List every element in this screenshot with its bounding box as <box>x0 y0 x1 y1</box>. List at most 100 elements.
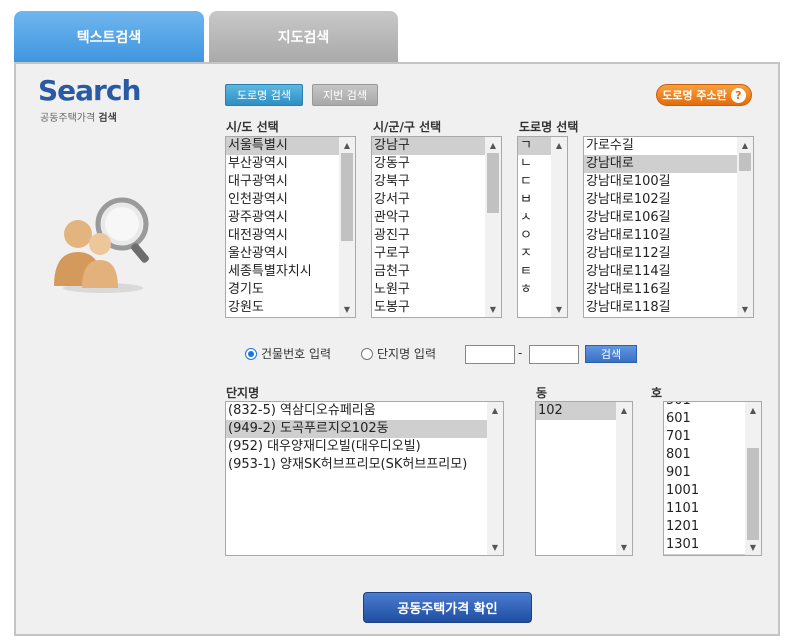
complex-option[interactable]: (832-5) 역삼디오슈페리움 <box>226 402 487 420</box>
sido-option[interactable]: 부산광역시 <box>226 155 339 173</box>
road-option[interactable]: 가로수길 <box>584 137 737 155</box>
ho-option[interactable]: 701 <box>664 428 745 446</box>
sigungu-listbox[interactable]: 강남구 강동구 강북구 강서구 관악구 광진구 구로구 금천구 노원구 도봉구 ▲ ▼ <box>371 136 502 318</box>
scroll-down-icon[interactable]: ▼ <box>745 539 761 555</box>
sido-option[interactable]: 강원도 <box>226 299 339 317</box>
sub-number-input[interactable] <box>529 345 579 364</box>
sigungu-scrollbar[interactable]: ▲ ▼ <box>485 137 501 317</box>
consonant-option[interactable]: ㄴ <box>518 155 551 173</box>
sigungu-option[interactable]: 강동구 <box>372 155 485 173</box>
sido-option[interactable]: 광주광역시 <box>226 209 339 227</box>
scroll-up-icon[interactable]: ▲ <box>339 137 355 153</box>
complex-option[interactable]: (952) 대우양재디오빌(대우디오빌) <box>226 438 487 456</box>
scroll-up-icon[interactable]: ▲ <box>485 137 501 153</box>
scroll-down-icon[interactable]: ▼ <box>339 301 355 317</box>
scroll-up-icon[interactable]: ▲ <box>616 402 632 418</box>
ho-scrollbar[interactable]: ▲ ▼ <box>745 402 761 555</box>
sido-option[interactable]: 경기도 <box>226 281 339 299</box>
scroll-down-icon[interactable]: ▼ <box>551 301 567 317</box>
sido-option[interactable]: 대구광역시 <box>226 173 339 191</box>
road-option[interactable]: 강남대로114길 <box>584 263 737 281</box>
sido-listbox[interactable]: 서울특별시 부산광역시 대구광역시 인천광역시 광주광역시 대전광역시 울산광역시 세종특별자… <box>225 136 356 318</box>
sido-option[interactable]: 세종특별자치시 <box>226 263 339 281</box>
consonant-option[interactable]: ㄷ <box>518 173 551 191</box>
consonant-option[interactable]: ㄱ <box>518 137 551 155</box>
scroll-down-icon[interactable]: ▼ <box>485 301 501 317</box>
road-listbox[interactable]: 가로수길 강남대로 강남대로100길 강남대로102길 강남대로106길 강남대로110길… <box>583 136 754 318</box>
road-option[interactable]: 강남대로106길 <box>584 209 737 227</box>
sigungu-option[interactable]: 구로구 <box>372 245 485 263</box>
lot-no-option[interactable]: 단지명 입력 <box>361 345 436 362</box>
jibun-search-button[interactable]: 지번 검색 <box>312 84 378 106</box>
lot-no-radio[interactable] <box>361 347 373 360</box>
dong-label: 동 <box>536 386 548 400</box>
tab-map-search[interactable]: 지도검색 <box>209 11 398 63</box>
consonant-listbox[interactable]: ㄱㄴㄷㅂㅅㅇㅈㅌㅎ ▲ ▼ <box>517 136 568 318</box>
consonant-option[interactable]: ㅎ <box>518 281 551 299</box>
sigungu-option[interactable]: 광진구 <box>372 227 485 245</box>
scroll-up-icon[interactable]: ▲ <box>745 402 761 418</box>
ho-option[interactable]: 1401 <box>664 554 745 555</box>
dong-scrollbar[interactable]: ▲ ▼ <box>616 402 632 555</box>
sigungu-option[interactable]: 금천구 <box>372 263 485 281</box>
tab-text-search[interactable]: 텍스트검색 <box>14 11 204 63</box>
ho-listbox[interactable]: 50160170180190110011101120113011401▲▼ <box>663 401 762 556</box>
sigungu-option[interactable]: 도봉구 <box>372 299 485 317</box>
ho-option[interactable]: 1101 <box>664 500 745 518</box>
building-no-radio[interactable] <box>245 347 257 360</box>
ho-option[interactable]: 1201 <box>664 518 745 536</box>
ho-option[interactable]: 901 <box>664 464 745 482</box>
confirm-price-button[interactable]: 공동주택가격 확인 <box>363 592 532 623</box>
complex-option[interactable]: (949-2) 도곡푸르지오102동 <box>226 420 487 438</box>
ho-scroll-thumb[interactable] <box>747 448 759 540</box>
road-option[interactable]: 강남대로110길 <box>584 227 737 245</box>
road-option[interactable]: 강남대로116길 <box>584 281 737 299</box>
road-scroll-thumb[interactable] <box>739 153 751 171</box>
scroll-up-icon[interactable]: ▲ <box>487 402 503 418</box>
road-option[interactable]: 강남대로 <box>584 155 737 173</box>
road-option[interactable]: 강남대로102길 <box>584 191 737 209</box>
complex-listbox[interactable]: (832-5) 역삼디오슈페리움 (949-2) 도곡푸르지오102동 (952) … <box>225 401 504 556</box>
consonant-scrollbar[interactable]: ▲ ▼ <box>551 137 567 317</box>
consonant-option[interactable]: ㅂ <box>518 191 551 209</box>
ho-option[interactable]: 501 <box>664 402 745 410</box>
sigungu-option[interactable]: 강남구 <box>372 137 485 155</box>
sido-scroll-thumb[interactable] <box>341 153 353 241</box>
sido-option[interactable]: 인천광역시 <box>226 191 339 209</box>
consonant-option[interactable]: ㅅ <box>518 209 551 227</box>
road-search-button[interactable]: 도로명 검색 <box>225 84 303 106</box>
scroll-down-icon[interactable]: ▼ <box>616 539 632 555</box>
ho-option[interactable]: 601 <box>664 410 745 428</box>
sigungu-option[interactable]: 강북구 <box>372 173 485 191</box>
sigungu-scroll-thumb[interactable] <box>487 153 499 213</box>
sigungu-option[interactable]: 관악구 <box>372 209 485 227</box>
road-scrollbar[interactable]: ▲ ▼ <box>737 137 753 317</box>
number-search-button[interactable]: 검색 <box>585 345 637 363</box>
ho-option[interactable]: 1001 <box>664 482 745 500</box>
consonant-option[interactable]: ㅈ <box>518 245 551 263</box>
main-number-input[interactable] <box>465 345 515 364</box>
ho-option[interactable]: 1301 <box>664 536 745 554</box>
dong-listbox[interactable]: 102 ▲ ▼ <box>535 401 633 556</box>
ho-option[interactable]: 801 <box>664 446 745 464</box>
scroll-up-icon[interactable]: ▲ <box>551 137 567 153</box>
sigungu-option[interactable]: 노원구 <box>372 281 485 299</box>
complex-option[interactable]: (953-1) 양재SK허브프리모(SK허브프리모) <box>226 456 487 474</box>
complex-scrollbar[interactable]: ▲ ▼ <box>487 402 503 555</box>
road-option[interactable]: 강남대로112길 <box>584 245 737 263</box>
road-option[interactable]: 강남대로118길 <box>584 299 737 317</box>
road-option[interactable]: 강남대로100길 <box>584 173 737 191</box>
sigungu-option[interactable]: 강서구 <box>372 191 485 209</box>
dong-option[interactable]: 102 <box>536 402 616 420</box>
sido-scrollbar[interactable]: ▲ ▼ <box>339 137 355 317</box>
consonant-option[interactable]: ㅇ <box>518 227 551 245</box>
road-guide-button[interactable]: 도로명 주소란 ? <box>656 84 752 106</box>
sido-option[interactable]: 대전광역시 <box>226 227 339 245</box>
scroll-down-icon[interactable]: ▼ <box>737 301 753 317</box>
building-no-option[interactable]: 건물번호 입력 <box>245 345 331 362</box>
sido-option[interactable]: 서울특별시 <box>226 137 339 155</box>
scroll-down-icon[interactable]: ▼ <box>487 539 503 555</box>
scroll-up-icon[interactable]: ▲ <box>737 137 753 153</box>
consonant-option[interactable]: ㅌ <box>518 263 551 281</box>
sido-option[interactable]: 울산광역시 <box>226 245 339 263</box>
